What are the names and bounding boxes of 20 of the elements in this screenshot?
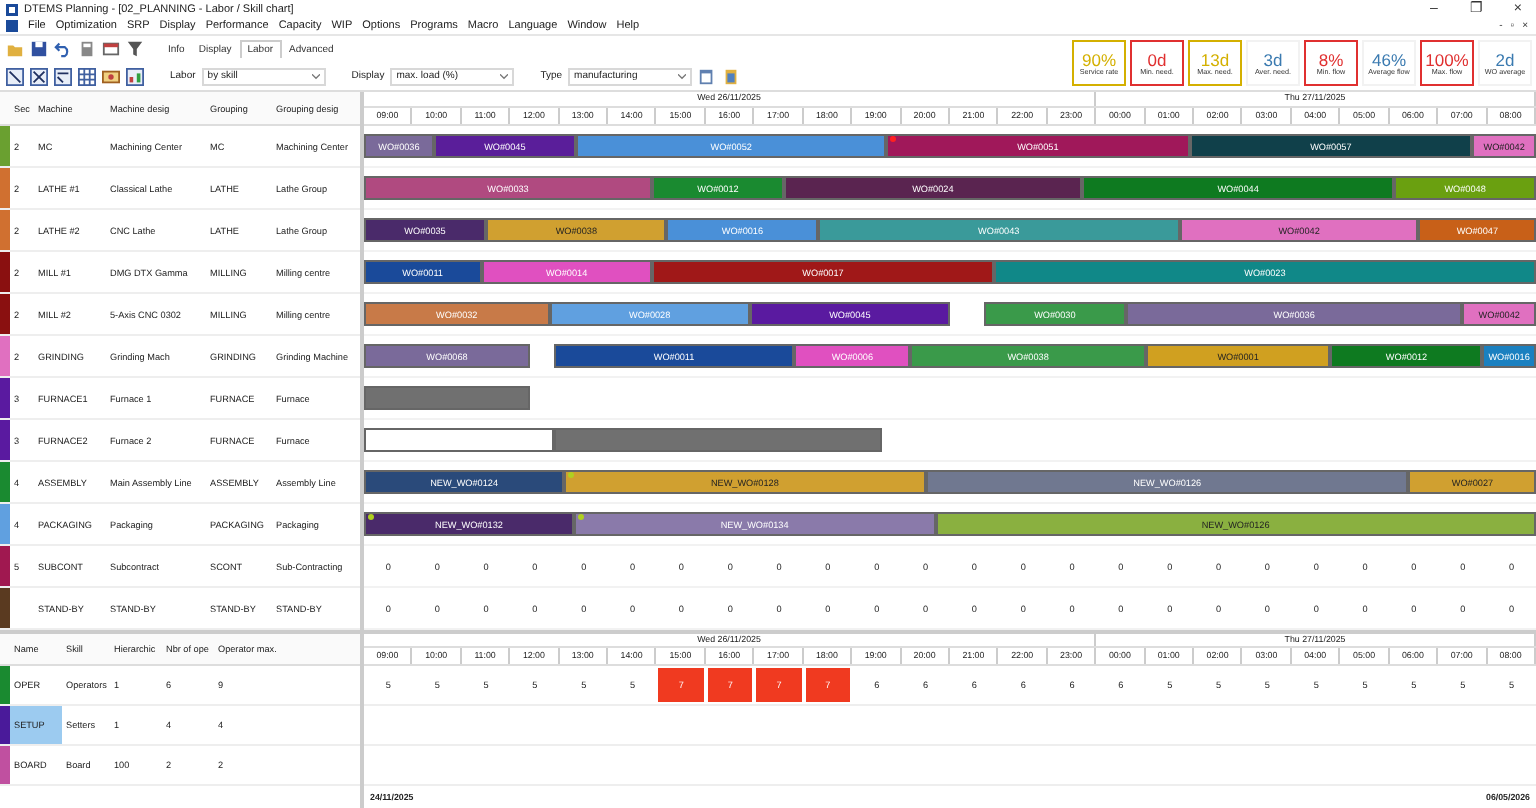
line-tool-icon[interactable] xyxy=(6,67,24,86)
image-icon[interactable] xyxy=(102,67,120,86)
filter-icon[interactable] xyxy=(126,40,144,59)
calculator-icon[interactable] xyxy=(78,40,96,59)
caret-icon xyxy=(678,73,687,80)
undo-icon[interactable] xyxy=(54,40,72,59)
table-icon[interactable] xyxy=(78,67,96,86)
kpi-value: 46% xyxy=(1371,49,1406,70)
clipboard-icon[interactable] xyxy=(722,67,741,86)
task-bar[interactable] xyxy=(364,428,555,452)
cross-tool-icon[interactable] xyxy=(30,67,48,86)
document-icon xyxy=(6,20,18,32)
save-icon[interactable] xyxy=(30,40,48,59)
kpi-value: 2d xyxy=(1495,49,1515,70)
window-icon[interactable] xyxy=(102,40,120,59)
caret-icon xyxy=(311,73,320,80)
calendar-icon[interactable] xyxy=(698,67,717,86)
window-tool-icon[interactable] xyxy=(54,67,72,86)
caret-icon xyxy=(500,73,509,80)
chart-icon[interactable] xyxy=(126,67,144,86)
